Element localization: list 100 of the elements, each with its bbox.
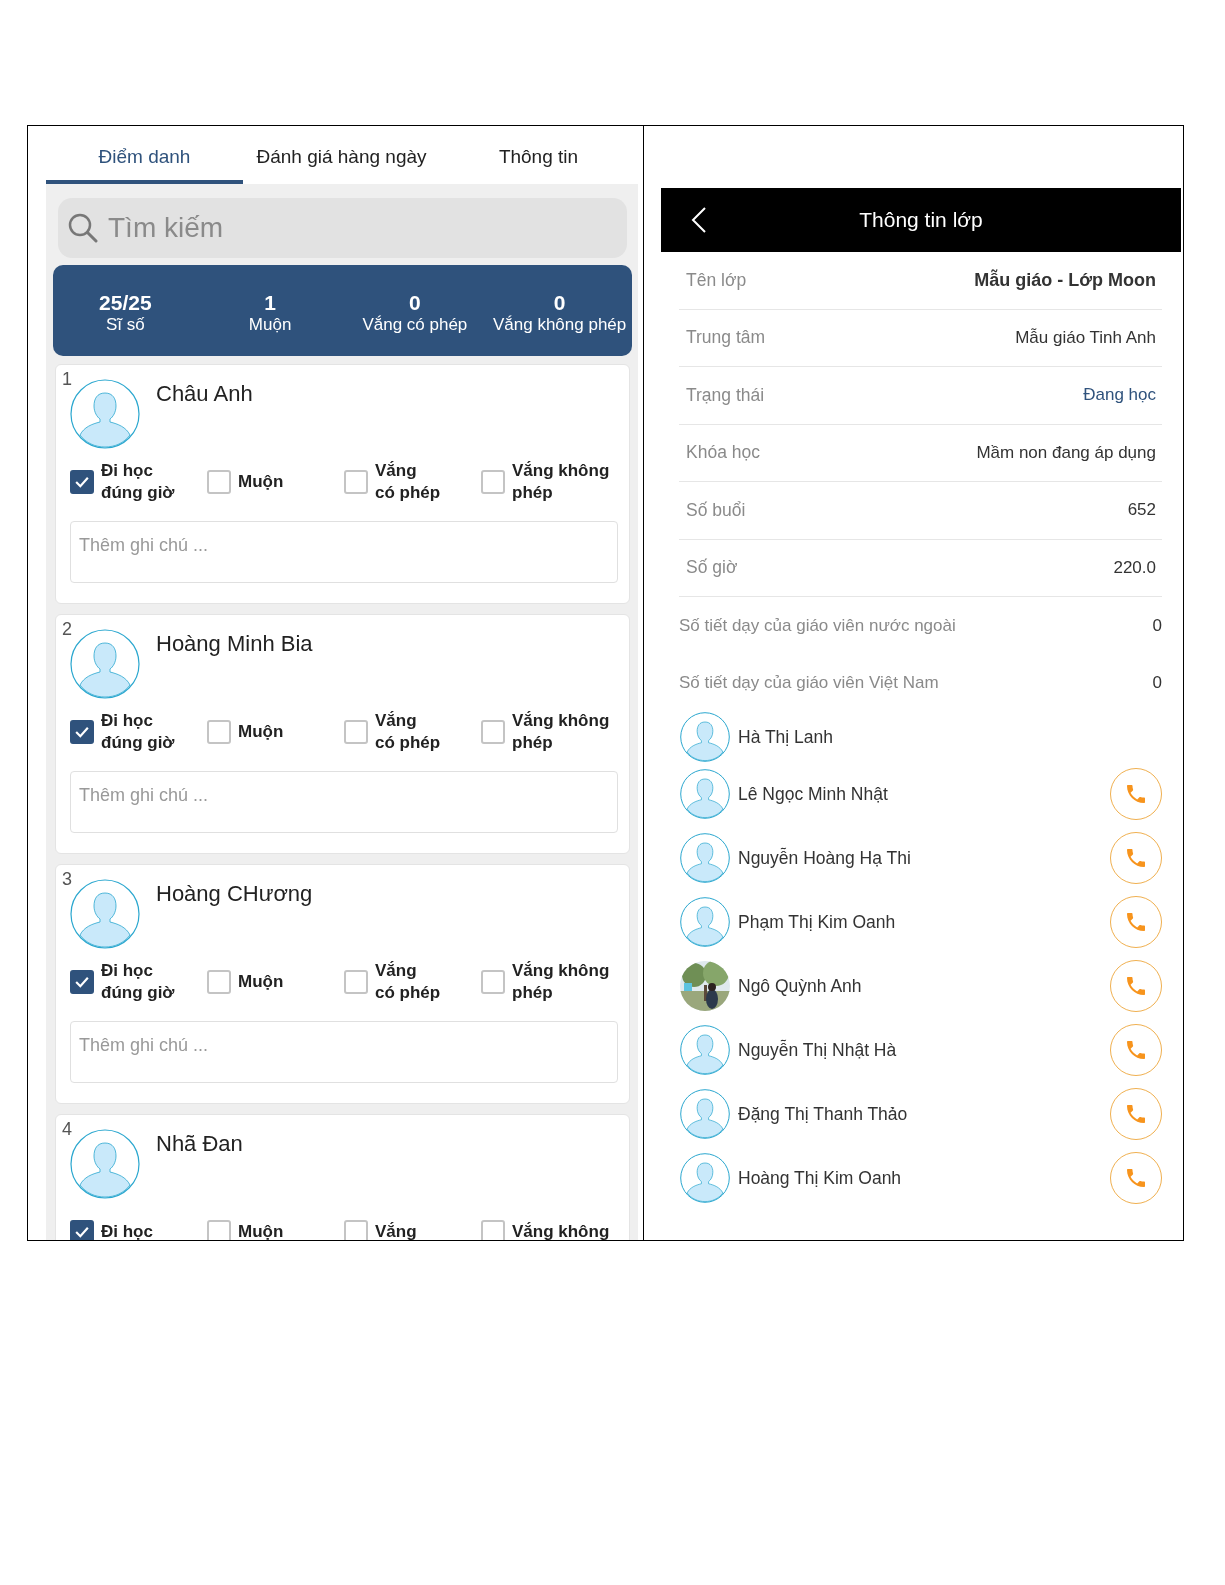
search-field[interactable]: Tìm kiếm [58,198,627,258]
tab[interactable]: Thông tin [440,126,637,184]
phone-icon [1124,910,1148,934]
student-number: 2 [62,619,72,640]
avatar-icon [680,833,730,883]
info-label: Trạng thái [685,384,765,406]
info-label: Trung tâm [685,327,766,349]
teacher-name: Nguyễn Hoàng Hạ Thi [738,847,912,869]
student-number: 4 [62,1119,72,1140]
note-field[interactable]: Thêm ghi chú ... [70,1021,618,1083]
checkbox[interactable] [344,970,368,994]
call-button[interactable] [1110,768,1162,820]
teacher-name: Đặng Thị Thanh Thảo [738,1103,909,1125]
note-field[interactable]: Thêm ghi chú ... [70,771,618,833]
teacher-name: Hà Thị Lanh [738,726,835,748]
phone-icon [1124,1102,1148,1126]
student-name: Hoàng Minh Bia [156,631,313,657]
checkbox[interactable] [70,470,94,494]
info-value: 220.0 [1113,557,1156,578]
student-name: Châu Anh [156,381,253,407]
checkbox[interactable] [70,720,94,744]
checkbox[interactable] [70,1220,94,1240]
stat-label: Muộn [248,314,292,335]
call-button[interactable] [1110,832,1162,884]
phone-icon [1124,782,1148,806]
info-label: Khóa học [685,442,760,464]
phone-icon [1124,1038,1148,1062]
screen-title: Thông tin lớp [858,208,984,232]
info-value: 0 [1152,615,1162,636]
phone-icon [1124,846,1148,870]
avatar-icon [70,629,140,699]
call-button[interactable] [1110,1024,1162,1076]
avatar-icon [680,712,730,762]
option-label: Muộn [238,471,284,493]
teacher-name: Hoàng Thị Kim Oanh [738,1167,903,1189]
teacher-name: Lê Ngọc Minh Nhật [738,783,889,805]
option-label: Vắng có phép [375,460,441,504]
checkbox[interactable] [344,720,368,744]
student-name: Nhã Đan [156,1131,243,1157]
option-label: Muộn [238,1221,284,1240]
stat-label: Vắng có phép [362,314,468,335]
search-icon [68,213,98,243]
info-label: Số giờ [685,557,738,579]
phone-icon [1124,974,1148,998]
checkbox[interactable] [207,470,231,494]
info-value: Mẫu giáo Tinh Anh [1015,327,1156,348]
option-label: Đi học đúng giờ [101,710,175,754]
student-name: Hoàng CHương [156,881,313,907]
avatar-icon [70,1129,140,1199]
avatar-icon [680,769,730,819]
student-number: 1 [62,369,72,390]
info-value: Đang học [1083,385,1156,406]
info-label: Tên lớp [685,269,747,291]
stat-value: 1 [264,290,276,315]
stat-label: Vắng không phép [492,314,627,335]
info-value: 652 [1127,500,1156,521]
info-label: Số buổi [685,499,746,521]
checkbox[interactable] [207,970,231,994]
checkbox[interactable] [344,1220,368,1240]
option-label: Đi học [101,1221,153,1240]
avatar-icon [70,879,140,949]
info-label: Số tiết dạy của giáo viên Việt Nam [679,673,939,694]
info-value: 0 [1152,673,1162,694]
stat-value: 25/25 [99,290,152,315]
info-value: Mẫu giáo - Lớp Moon [974,269,1156,291]
avatar-icon [680,1089,730,1139]
checkbox[interactable] [207,1220,231,1240]
option-label: Vắng không [512,1221,610,1240]
back-icon[interactable] [691,206,707,234]
checkbox[interactable] [481,1220,505,1240]
call-button[interactable] [1110,896,1162,948]
option-label: Vắng không phép [512,460,610,504]
note-field[interactable]: Thêm ghi chú ... [70,521,618,583]
call-button[interactable] [1110,1152,1162,1204]
checkbox[interactable] [481,720,505,744]
teacher-name: Ngô Quỳnh Anh [738,975,863,997]
stat-label: Sĩ số [106,314,145,335]
avatar-icon [680,1153,730,1203]
option-label: Vắng có phép [375,960,441,1004]
option-label: Vắng không phép [512,710,610,754]
info-label: Số tiết dạy của giáo viên nước ngoài [679,615,956,636]
avatar-icon [680,1025,730,1075]
phone-icon [1124,1166,1148,1190]
tab[interactable]: Đánh giá hàng ngày [243,126,440,184]
checkbox[interactable] [70,970,94,994]
stat-value: 0 [409,290,421,315]
call-button[interactable] [1110,1088,1162,1140]
checkbox[interactable] [207,720,231,744]
stat-value: 0 [553,290,566,315]
option-label: Vắng [375,1221,417,1240]
option-label: Muộn [238,721,284,743]
teacher-name: Nguyễn Thị Nhật Hà [738,1039,898,1061]
checkbox[interactable] [481,970,505,994]
option-label: Đi học đúng giờ [101,960,175,1004]
teacher-name: Phạm Thị Kim Oanh [738,911,897,933]
avatar-icon [70,379,140,449]
option-label: Vắng không phép [512,960,610,1004]
call-button[interactable] [1110,960,1162,1012]
checkbox[interactable] [344,470,368,494]
checkbox[interactable] [481,470,505,494]
